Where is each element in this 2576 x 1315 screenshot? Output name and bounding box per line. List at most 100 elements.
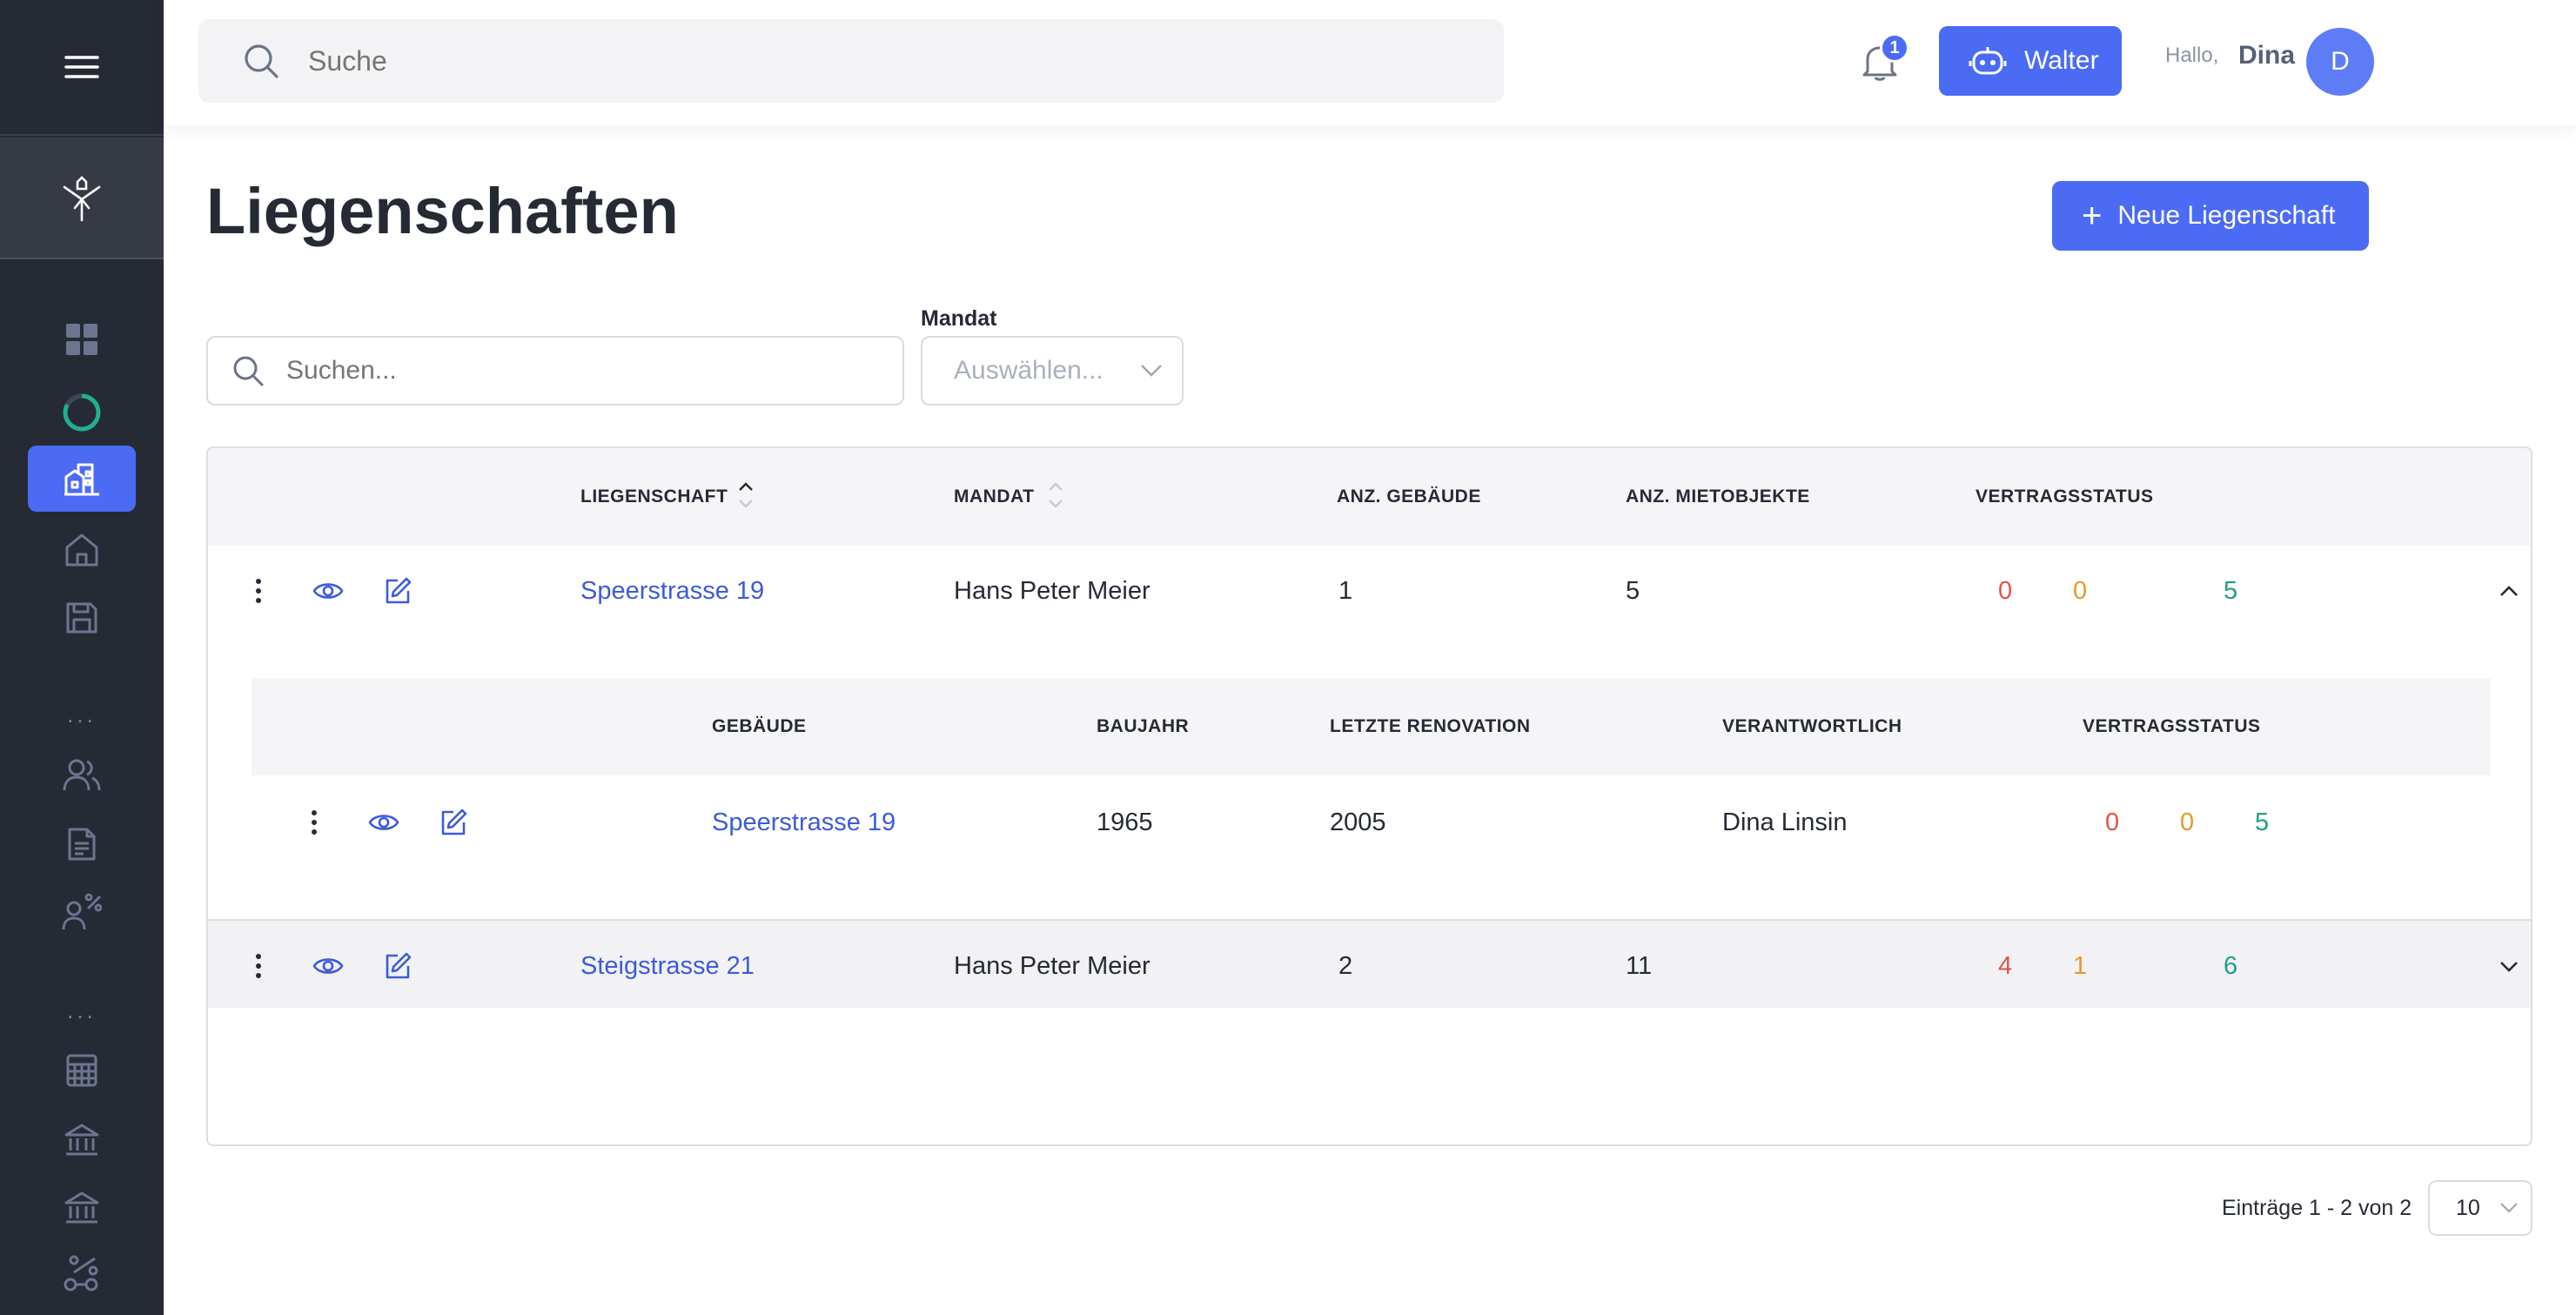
menu-icon: [64, 56, 99, 78]
chevron-up-icon[interactable]: [2497, 579, 2521, 603]
sidebar-item-dashboard[interactable]: [28, 306, 136, 372]
property-search-input[interactable]: [286, 356, 852, 386]
status-orange-count: 0: [2073, 577, 2088, 605]
logo[interactable]: [0, 138, 164, 259]
property-search-field[interactable]: [206, 336, 904, 406]
progress-icon: [63, 393, 101, 432]
plus-icon: +: [2082, 197, 2103, 235]
chevron-down-icon[interactable]: [2497, 954, 2521, 978]
sidebar-item-percent-chart[interactable]: [28, 1241, 136, 1307]
bank-icon: [64, 1191, 99, 1224]
page-size-select[interactable]: 10: [2428, 1180, 2532, 1236]
percent-chart-icon: [64, 1255, 98, 1292]
user-percent-icon: [62, 893, 102, 930]
bank-icon: [64, 1124, 99, 1156]
new-property-label: Neue Liegenschaft: [2117, 201, 2336, 230]
more-options-icon[interactable]: [243, 950, 274, 982]
status-orange-count: 1: [2073, 952, 2088, 980]
view-icon[interactable]: [312, 950, 344, 982]
sidebar: ... ...: [0, 0, 164, 1315]
sidebar-item-user-percent[interactable]: [28, 879, 136, 945]
responsible-person: Dina Linsin: [1722, 808, 1848, 836]
sidebar-item-home[interactable]: [28, 517, 136, 583]
more-options-icon[interactable]: [243, 575, 274, 607]
mandat-select[interactable]: Auswählen...: [921, 336, 1184, 406]
user-name: Dina: [2238, 41, 2296, 70]
pagination-entries-text: Einträge 1 - 2 von 2: [2222, 1196, 2412, 1220]
search-icon: [233, 356, 264, 386]
properties-table: LIEGENSCHAFT MANDAT ANZ. GEBÄUDE ANZ. MI…: [206, 446, 2532, 1146]
avatar[interactable]: D: [2306, 28, 2374, 96]
sidebar-item-people[interactable]: [28, 741, 136, 808]
edit-icon[interactable]: [438, 807, 469, 838]
column-header-vertragsstatus: VERTRAGSSTATUS: [1976, 486, 2154, 507]
subcolumn-header-vertragsstatus: VERTRAGSSTATUS: [2083, 716, 2261, 736]
column-header-anz-mietobjekte: ANZ. MIETOBJEKTE: [1626, 486, 1810, 507]
rental-unit-count: 11: [1626, 952, 1653, 980]
subcolumn-header-letzte-renovation: LETZTE RENOVATION: [1330, 716, 1531, 736]
property-name-link[interactable]: Steigstrasse 21: [580, 952, 755, 981]
sort-asc-icon[interactable]: [737, 480, 755, 511]
chevron-down-icon: [2500, 1203, 2518, 1213]
subcolumn-header-baujahr: BAUJAHR: [1097, 716, 1190, 736]
sidebar-separator: ...: [67, 997, 97, 1023]
chevron-down-icon: [1141, 365, 1162, 377]
assistant-walter-button[interactable]: Walter: [1939, 26, 2122, 96]
home-icon: [65, 533, 98, 567]
edit-icon[interactable]: [382, 950, 413, 982]
table-row[interactable]: Steigstrasse 21 Hans Peter Meier 2 11 4 …: [208, 919, 2531, 1008]
building-row[interactable]: Speerstrasse 19 1965 2005 Dina Linsin 0 …: [208, 775, 2531, 873]
edit-icon[interactable]: [382, 575, 413, 607]
mandat-value: Hans Peter Meier: [954, 952, 1150, 980]
building-count: 1: [1338, 577, 1353, 605]
column-header-liegenschaft[interactable]: LIEGENSCHAFT: [580, 486, 728, 507]
mandat-select-value: Auswählen...: [954, 356, 1104, 385]
search-icon: [245, 44, 278, 78]
save-icon: [66, 602, 97, 634]
logo-icon: [63, 176, 101, 222]
more-options-icon[interactable]: [299, 807, 330, 838]
rental-unit-count: 5: [1626, 577, 1640, 605]
status-green-count: 5: [2255, 808, 2270, 836]
sidebar-item-progress[interactable]: [28, 379, 136, 446]
building-subtable-header: GEBÄUDE BAUJAHR LETZTE RENOVATION VERANT…: [252, 678, 2491, 775]
status-green-count: 6: [2224, 952, 2238, 980]
column-header-mandat[interactable]: MANDAT: [954, 486, 1034, 507]
new-property-button[interactable]: + Neue Liegenschaft: [2052, 181, 2369, 251]
sort-icon[interactable]: [1047, 480, 1064, 511]
subcolumn-header-verantwortlich: VERANTWORTLICH: [1722, 716, 1902, 736]
mandat-filter-label: Mandat: [921, 306, 997, 331]
mandat-value: Hans Peter Meier: [954, 577, 1150, 605]
construction-year: 1965: [1097, 808, 1153, 836]
subcolumn-header-gebaeude: GEBÄUDE: [712, 716, 807, 736]
property-name-link[interactable]: Speerstrasse 19: [580, 577, 764, 606]
page-size-value: 10: [2456, 1195, 2480, 1220]
status-red-count: 4: [1998, 952, 2013, 980]
sidebar-item-calculator[interactable]: [28, 1037, 136, 1104]
sidebar-item-bank[interactable]: [28, 1107, 136, 1173]
sidebar-item-properties[interactable]: [28, 446, 136, 512]
status-orange-count: 0: [2180, 808, 2195, 836]
document-icon: [68, 828, 96, 861]
global-search-input[interactable]: [308, 44, 1439, 77]
view-icon[interactable]: [368, 807, 399, 838]
sidebar-item-save[interactable]: [28, 585, 136, 651]
global-search[interactable]: [198, 19, 1504, 103]
table-row[interactable]: Speerstrasse 19 Hans Peter Meier 1 5 0 0…: [208, 546, 2531, 634]
status-red-count: 0: [1998, 577, 2013, 605]
sidebar-item-documents[interactable]: [28, 811, 136, 877]
building-name-link[interactable]: Speerstrasse 19: [712, 808, 896, 837]
menu-toggle-button[interactable]: [0, 0, 164, 136]
status-green-count: 5: [2224, 577, 2238, 605]
assistant-label: Walter: [2024, 46, 2099, 75]
column-header-anz-gebaeude: ANZ. GEBÄUDE: [1337, 486, 1481, 507]
view-icon[interactable]: [312, 575, 344, 607]
properties-icon: [64, 463, 99, 496]
calculator-icon: [66, 1054, 97, 1087]
table-header: LIEGENSCHAFT MANDAT ANZ. GEBÄUDE ANZ. MI…: [208, 448, 2531, 546]
page-title: Liegenschaften: [206, 175, 679, 247]
notification-count-badge: 1: [1880, 33, 1909, 63]
sidebar-separator: ...: [67, 701, 97, 728]
sidebar-item-bank-2[interactable]: [28, 1175, 136, 1241]
robot-icon: [1969, 47, 2007, 75]
